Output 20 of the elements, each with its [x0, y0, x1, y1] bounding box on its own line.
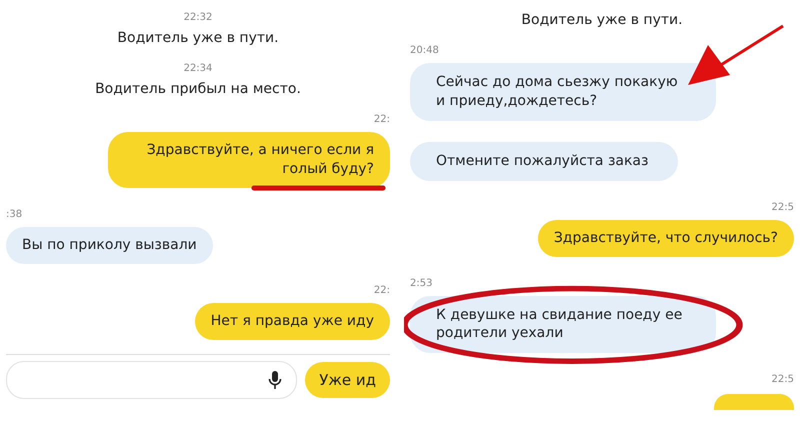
outgoing-message: Нет я правда уже иду	[194, 302, 390, 340]
message-time: 22:5	[772, 202, 794, 213]
message-input[interactable]	[6, 360, 298, 399]
quick-reply-button[interactable]: Уже ид	[305, 362, 390, 398]
outgoing-message: Здравствуйте, что случилось?	[538, 220, 794, 257]
message-time: 22:5	[772, 374, 794, 386]
message-time: :38	[6, 208, 22, 220]
incoming-message: Вы по приколу вызвали	[6, 226, 213, 264]
message-time: 22:34	[184, 63, 212, 74]
message-time: 20:48	[410, 45, 439, 56]
system-message: Водитель прибыл на место.	[95, 81, 301, 97]
system-message: Водитель уже в пути.	[521, 12, 683, 28]
system-message: Водитель уже в пути.	[117, 30, 279, 46]
outgoing-message: Здравствуйте, а ничего если я голый буду?	[108, 132, 390, 188]
incoming-message: Отмените пожалуйста заказ	[410, 142, 678, 181]
message-time: 22:	[374, 114, 390, 125]
message-time: 22:	[374, 284, 390, 296]
message-time: 2:53	[410, 278, 432, 289]
message-time: 22:32	[184, 12, 212, 23]
microphone-icon[interactable]	[268, 370, 282, 390]
